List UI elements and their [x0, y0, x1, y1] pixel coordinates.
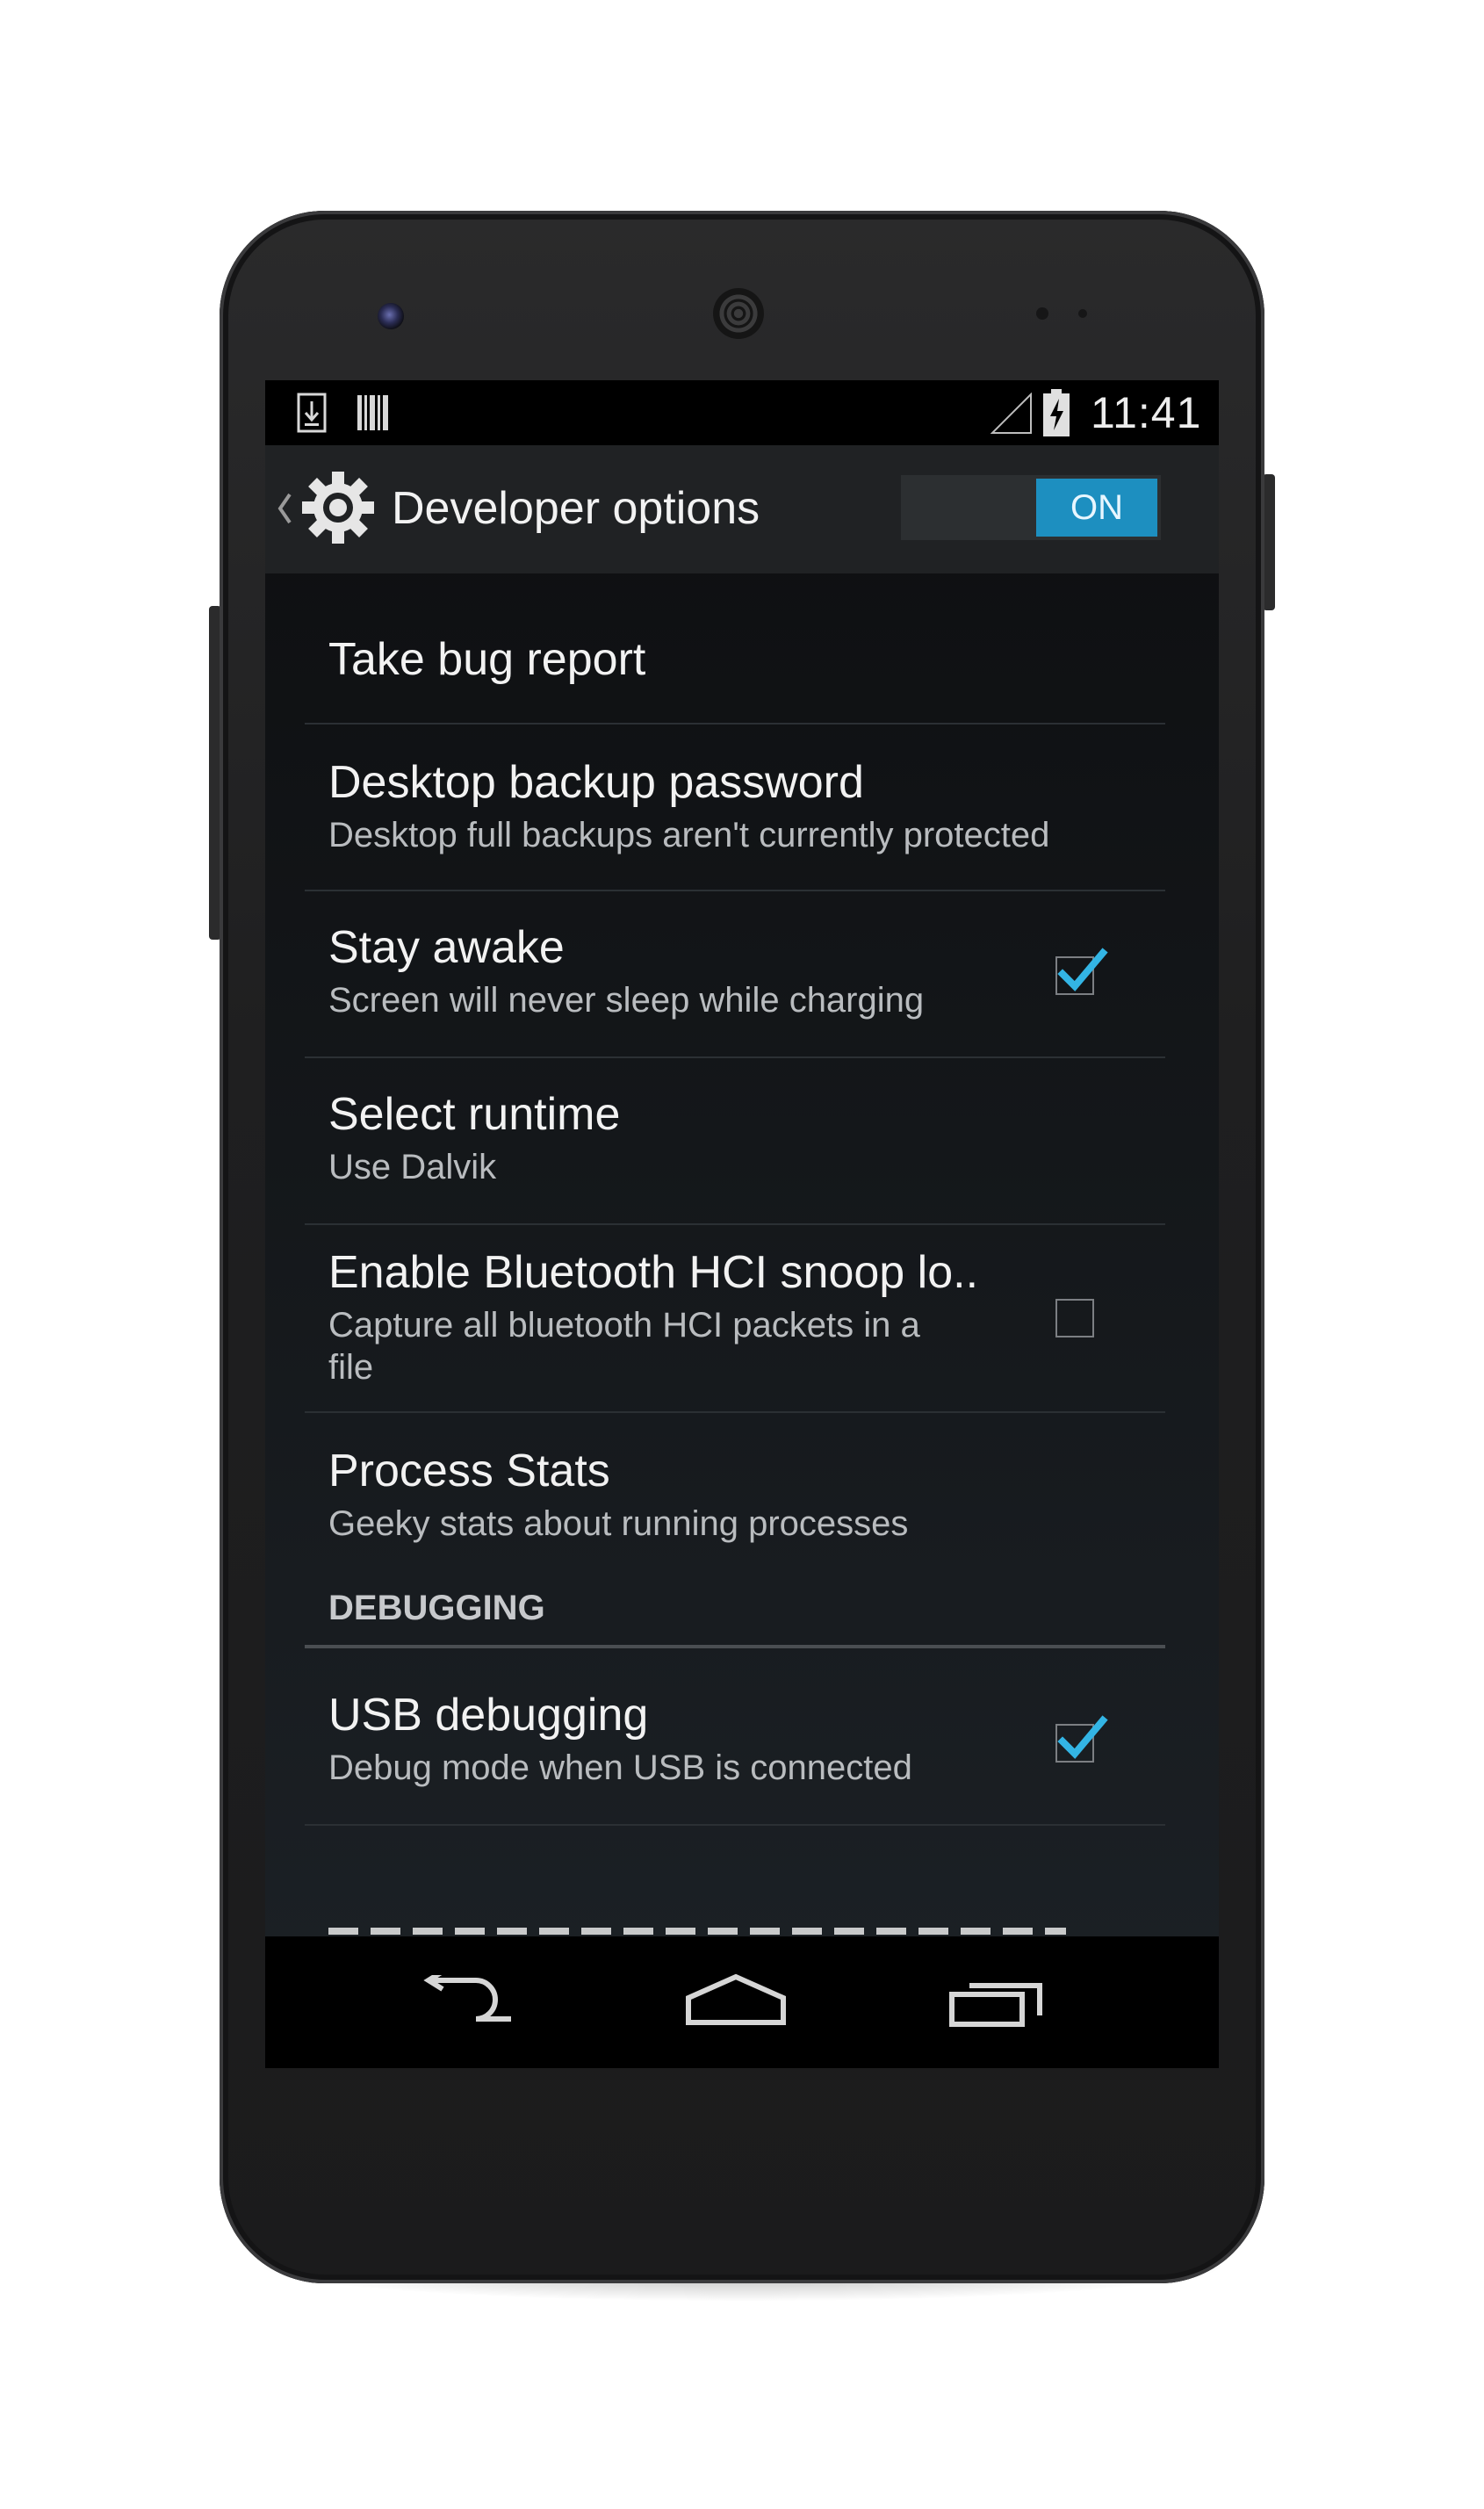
- gear-icon: [299, 468, 378, 552]
- screen: 11:41 Developer options ON Take bug repo…: [265, 380, 1219, 2068]
- checkmark-icon: [1055, 1713, 1108, 1767]
- recents-icon[interactable]: [948, 1975, 1045, 2032]
- checkmark-icon: [1055, 946, 1108, 999]
- developer-options-toggle[interactable]: ON: [901, 475, 1161, 540]
- section-header-debugging: DEBUGGING: [265, 1580, 1219, 1668]
- pref-desktop-backup-password[interactable]: Desktop backup password Desktop full bac…: [265, 725, 1219, 891]
- navigation-bar: [265, 1936, 1219, 2068]
- light-sensor: [1078, 309, 1087, 318]
- earpiece-speaker: [713, 288, 764, 339]
- divider: [305, 1824, 1165, 1826]
- pref-title: Desktop backup password: [328, 757, 864, 808]
- pref-process-stats[interactable]: Process Stats Geeky stats about running …: [265, 1413, 1219, 1580]
- pref-summary: Screen will never sleep while charging: [328, 981, 925, 1020]
- signal-icon: [990, 392, 1033, 439]
- status-bar: 11:41: [265, 380, 1219, 445]
- section-header-label: DEBUGGING: [328, 1589, 545, 1627]
- front-camera: [378, 303, 404, 329]
- pref-next-item-cut-off[interactable]: [265, 1908, 1219, 1935]
- pref-usb-debugging[interactable]: USB debugging Debug mode when USB is con…: [265, 1668, 1219, 1835]
- barcode-notification-icon: [357, 394, 390, 436]
- pref-summary: Desktop full backups aren't currently pr…: [328, 816, 1050, 854]
- cut-off-text: [328, 1928, 1066, 1935]
- pref-take-bug-report[interactable]: Take bug report: [265, 573, 1219, 725]
- pref-title: USB debugging: [328, 1690, 649, 1741]
- pref-bluetooth-hci-snoop[interactable]: Enable Bluetooth HCI snoop lo.. Capture …: [265, 1225, 1219, 1413]
- pref-title: Enable Bluetooth HCI snoop lo..: [328, 1247, 979, 1298]
- pref-title: Process Stats: [328, 1446, 610, 1496]
- status-time: 11:41: [1091, 388, 1202, 437]
- pref-title: Take bug report: [328, 634, 646, 685]
- proximity-sensor: [1036, 307, 1048, 320]
- toggle-on-label: ON: [1036, 479, 1157, 537]
- pref-stay-awake[interactable]: Stay awake Screen will never sleep while…: [265, 891, 1219, 1058]
- stay-awake-checkbox[interactable]: [1055, 948, 1108, 995]
- up-navigation-button[interactable]: [272, 458, 386, 561]
- power-button: [1263, 474, 1275, 610]
- battery-charging-icon: [1043, 389, 1070, 441]
- bluetooth-hci-snoop-checkbox[interactable]: [1055, 1299, 1094, 1337]
- action-bar: Developer options ON: [265, 445, 1219, 573]
- page-title: Developer options: [392, 483, 760, 534]
- usb-debugging-checkbox[interactable]: [1055, 1715, 1108, 1763]
- preference-list: Take bug report Desktop backup password …: [265, 573, 1219, 1935]
- pref-title: Stay awake: [328, 922, 565, 973]
- pref-summary: Capture all bluetooth HCI packets in a f…: [328, 1306, 920, 1387]
- download-notification-icon: [297, 393, 327, 437]
- home-icon[interactable]: [685, 1973, 787, 2030]
- section-divider: [305, 1645, 1165, 1648]
- chevron-left-icon: [276, 491, 293, 530]
- pref-title: Select runtime: [328, 1089, 621, 1140]
- pref-summary: Geeky stats about running processes: [328, 1504, 909, 1543]
- pref-select-runtime[interactable]: Select runtime Use Dalvik: [265, 1058, 1219, 1225]
- back-icon[interactable]: [423, 1969, 520, 2032]
- pref-summary: Debug mode when USB is connected: [328, 1748, 912, 1787]
- pref-summary: Use Dalvik: [328, 1148, 497, 1186]
